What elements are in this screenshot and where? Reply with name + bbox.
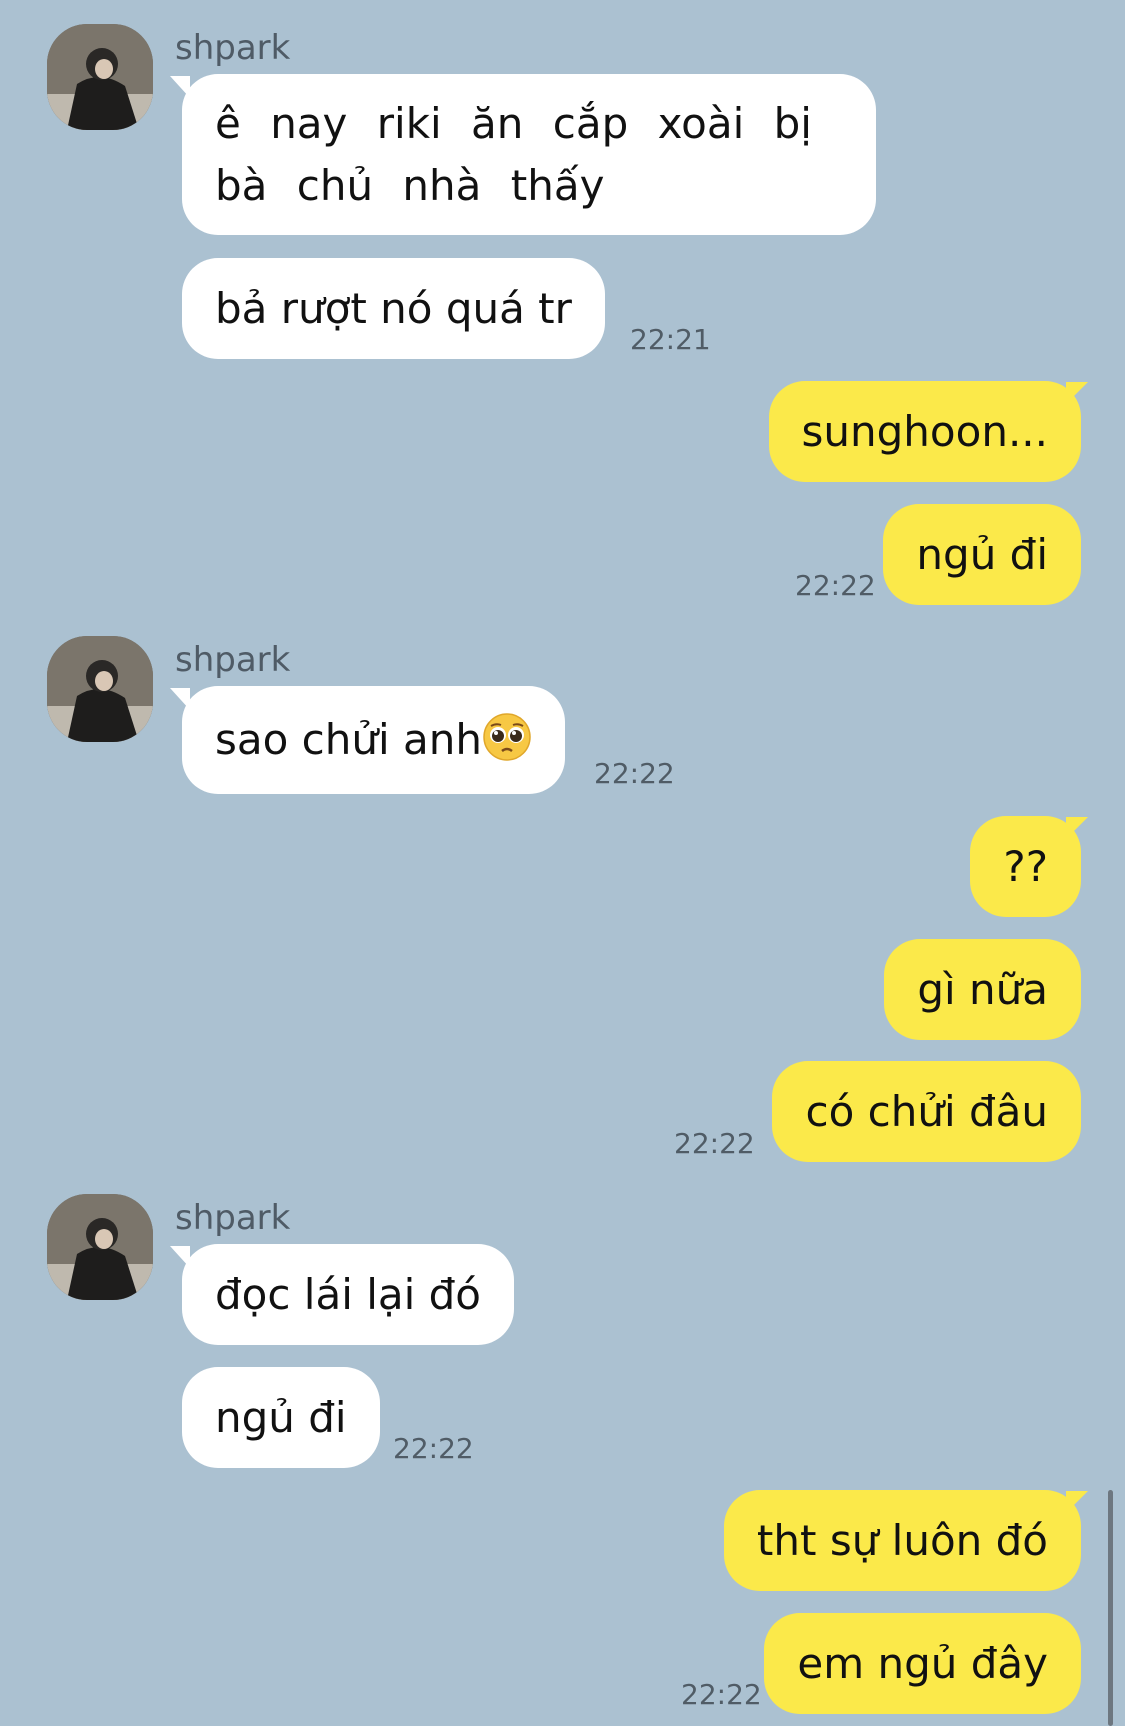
sender-name: shpark: [175, 28, 291, 68]
message-text: tht sự luôn đó: [756, 1515, 1048, 1565]
incoming-message-bubble[interactable]: sao chửi anh: [182, 686, 565, 794]
scrollbar[interactable]: [1108, 1490, 1113, 1726]
message-text: ngủ đi: [215, 1392, 347, 1442]
incoming-message-bubble[interactable]: ê nay riki ăn cắp xoài bị bà chủ nhà thấ…: [182, 74, 876, 235]
outgoing-message-bubble[interactable]: ngủ đi: [883, 504, 1081, 605]
outgoing-message-bubble[interactable]: có chửi đâu: [772, 1061, 1081, 1162]
incoming-message-bubble[interactable]: ngủ đi: [182, 1367, 380, 1468]
outgoing-message-bubble[interactable]: tht sự luôn đó: [723, 1490, 1081, 1591]
message-timestamp: 22:22: [393, 1432, 474, 1465]
message-text: sunghoon...: [801, 406, 1048, 456]
message-text: có chửi đâu: [805, 1086, 1048, 1136]
message-timestamp: 22:22: [681, 1678, 762, 1711]
message-timestamp: 22:22: [674, 1127, 755, 1160]
sender-avatar[interactable]: [47, 636, 153, 742]
outgoing-message-bubble[interactable]: em ngủ đây: [764, 1613, 1081, 1714]
message-text: sao chửi anh: [215, 709, 532, 771]
outgoing-message-bubble[interactable]: gì nữa: [884, 939, 1081, 1040]
message-text: đọc lái lại đó: [215, 1269, 482, 1319]
message-text: ê nay riki ăn cắp xoài bị bà chủ nhà thấ…: [215, 98, 812, 210]
sender-name: shpark: [175, 1198, 291, 1238]
incoming-message-bubble[interactable]: bả rượt nó quá tr: [182, 258, 605, 359]
message-text: ngủ đi: [916, 529, 1048, 579]
outgoing-message-bubble[interactable]: ??: [970, 816, 1081, 917]
pleading-face-emoji: [482, 712, 532, 762]
message-timestamp: 22:22: [795, 569, 876, 602]
message-timestamp: 22:21: [630, 323, 711, 356]
sender-name: shpark: [175, 640, 291, 680]
incoming-message-bubble[interactable]: đọc lái lại đó: [182, 1244, 515, 1345]
sender-avatar[interactable]: [47, 1194, 153, 1300]
message-text: em ngủ đây: [797, 1638, 1048, 1688]
sender-avatar[interactable]: [47, 24, 153, 130]
message-text: gì nữa: [917, 964, 1048, 1014]
message-text: bả rượt nó quá tr: [215, 283, 572, 333]
outgoing-message-bubble[interactable]: sunghoon...: [768, 381, 1081, 482]
message-timestamp: 22:22: [594, 757, 675, 790]
message-text: ??: [1003, 841, 1048, 891]
